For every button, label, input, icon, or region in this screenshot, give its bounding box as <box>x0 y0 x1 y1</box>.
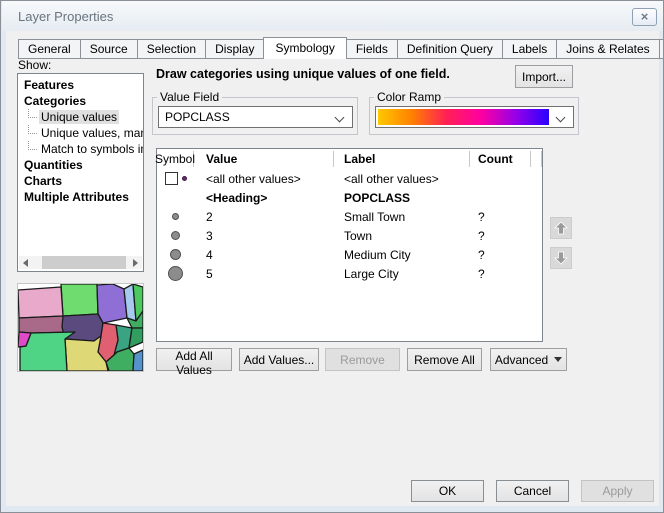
close-icon: × <box>641 9 649 24</box>
value-field-label: Value Field <box>157 90 222 104</box>
scroll-right-icon[interactable] <box>129 256 142 269</box>
tab-fields[interactable]: Fields <box>346 39 398 59</box>
tree-connector-icon <box>28 125 37 134</box>
color-ramp-dropdown[interactable] <box>375 106 574 128</box>
map-preview-image <box>18 284 143 371</box>
remove-all-button[interactable]: Remove All <box>407 348 482 371</box>
tab-labels[interactable]: Labels <box>502 39 557 59</box>
tree-item-multiple-attributes[interactable]: Multiple Attributes <box>18 189 143 205</box>
symbol-dot-icon[interactable] <box>172 213 179 220</box>
color-ramp-label: Color Ramp <box>374 90 444 104</box>
color-ramp-swatch <box>378 109 549 125</box>
table-row-all-other-values[interactable]: <all other values> <all other values> <box>157 169 542 188</box>
chevron-down-icon <box>556 113 566 123</box>
tree-item-features[interactable]: Features <box>18 77 143 93</box>
value-field-value: POPCLASS <box>165 110 230 124</box>
tree-item-match-to-symbols[interactable]: Match to symbols in a <box>18 141 143 157</box>
table-header: Symbol Value Label Count <box>157 149 542 169</box>
all-other-values-symbol-icon[interactable] <box>182 176 187 181</box>
tab-joins-relates[interactable]: Joins & Relates <box>556 39 659 59</box>
scrollbar-thumb[interactable] <box>42 256 126 269</box>
remove-button[interactable]: Remove <box>325 348 400 371</box>
table-row[interactable]: 4 Medium City ? <box>157 245 542 264</box>
table-row[interactable]: 2 Small Town ? <box>157 207 542 226</box>
column-value: Value <box>194 151 334 167</box>
tab-time[interactable]: Time <box>659 39 664 59</box>
import-button[interactable]: Import... <box>515 65 573 88</box>
tree-item-charts[interactable]: Charts <box>18 173 143 189</box>
advanced-button[interactable]: Advanced <box>490 348 567 371</box>
tab-general[interactable]: General <box>18 39 81 59</box>
tree-item-quantities[interactable]: Quantities <box>18 157 143 173</box>
symbol-dot-icon[interactable] <box>168 266 183 281</box>
panel-heading: Draw categories using unique values of o… <box>156 67 450 81</box>
add-values-button[interactable]: Add Values... <box>239 348 319 371</box>
move-down-button[interactable] <box>550 247 572 269</box>
ok-button[interactable]: OK <box>411 480 484 502</box>
tree-connector-icon <box>28 109 37 118</box>
tree-connector-icon <box>28 141 37 150</box>
symbol-dot-icon[interactable] <box>170 249 181 260</box>
cancel-button[interactable]: Cancel <box>496 480 569 502</box>
move-up-button[interactable] <box>550 217 572 239</box>
table-row-heading[interactable]: <Heading> POPCLASS <box>157 188 542 207</box>
map-preview <box>17 283 144 372</box>
titlebar[interactable]: Layer Properties <box>2 1 663 31</box>
down-arrow-icon <box>554 251 568 265</box>
up-arrow-icon <box>554 221 568 235</box>
column-spacer <box>531 151 542 167</box>
scroll-left-icon[interactable] <box>19 256 32 269</box>
add-all-values-button[interactable]: Add All Values <box>156 348 232 371</box>
tree-horizontal-scrollbar[interactable] <box>19 256 142 269</box>
tree-item-unique-values-many[interactable]: Unique values, many <box>18 125 143 141</box>
all-other-values-checkbox[interactable] <box>165 172 178 185</box>
column-label: Label <box>334 151 470 167</box>
symbol-dot-icon[interactable] <box>171 231 180 240</box>
tab-source[interactable]: Source <box>80 39 138 59</box>
tree-item-categories[interactable]: Categories <box>18 93 143 109</box>
column-symbol: Symbol <box>157 151 194 167</box>
apply-button[interactable]: Apply <box>581 480 654 502</box>
tab-display[interactable]: Display <box>205 39 264 59</box>
dropdown-arrow-icon <box>554 357 562 362</box>
tab-definition-query[interactable]: Definition Query <box>397 39 503 59</box>
values-table: Symbol Value Label Count <all other valu… <box>156 148 543 342</box>
tab-selection[interactable]: Selection <box>137 39 206 59</box>
tree-item-unique-values[interactable]: Unique values <box>18 109 143 125</box>
show-tree: Features Categories Unique values Unique… <box>17 73 144 272</box>
table-row[interactable]: 5 Large City ? <box>157 264 542 283</box>
layer-properties-dialog: Layer Properties × General Source Select… <box>0 0 664 513</box>
tab-symbology[interactable]: Symbology <box>263 37 346 59</box>
chevron-down-icon <box>335 113 345 123</box>
close-button[interactable]: × <box>632 8 657 26</box>
column-count: Count <box>470 151 531 167</box>
table-row[interactable]: 3 Town ? <box>157 226 542 245</box>
window-title: Layer Properties <box>18 9 113 24</box>
tab-bar: General Source Selection Display Symbolo… <box>18 37 664 59</box>
show-label: Show: <box>18 58 51 72</box>
value-field-dropdown[interactable]: POPCLASS <box>158 106 353 128</box>
